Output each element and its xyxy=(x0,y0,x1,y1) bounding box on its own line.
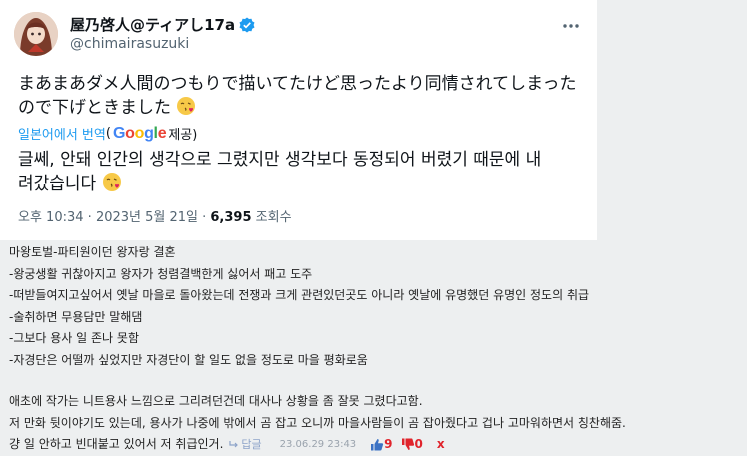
verified-badge-icon xyxy=(239,17,255,33)
tweet-text-line-content: ので下げときました xyxy=(18,98,171,118)
author-name-row[interactable]: 屋乃啓人@ティアし17a xyxy=(70,14,255,35)
delete-button[interactable]: x xyxy=(437,434,445,456)
comment-footer-line: 걍 일 안하고 빈대붙고 있어서 저 취급인거. 답글 23.06.29 23:… xyxy=(9,434,739,456)
comment-line: -그보다 용사 일 존나 못함 xyxy=(9,331,139,345)
comment-line: -자경단은 어떨까 싶었지만 자경단이 할 일도 없을 정도로 마을 평화로움 xyxy=(9,352,368,367)
comment-line: 애초에 작가는 니트용사 느낌으로 그리려던건데 대사나 상황을 좀 잘못 그렸… xyxy=(9,394,423,408)
translated-from-link[interactable]: 일본어에서 번역 xyxy=(18,124,106,143)
comment-line: 마왕토벌-파티원이던 왕자랑 결혼 xyxy=(9,245,176,259)
translated-text: 글쎄, 안돼 인간의 생각으로 그렸지만 생각보다 동정되어 버렸기 때문에 내… xyxy=(18,148,578,199)
translation-provider-suffix: 제공) xyxy=(168,128,198,143)
downvote-count: 0 xyxy=(414,437,423,451)
avatar[interactable] xyxy=(14,12,58,56)
comment-line: -떠받들여지고싶어서 옛날 마을로 돌아왔는데 전쟁과 크게 관련있던곳도 아니… xyxy=(9,288,590,302)
comment-body: 마왕토벌-파티원이던 왕자랑 결혼 -왕궁생활 귀찮아지고 왕자가 청렴결백한게… xyxy=(9,242,739,456)
comment-line: 걍 일 안하고 빈대붙고 있어서 저 취급인거. xyxy=(9,437,224,451)
upvote-button[interactable]: 9 xyxy=(370,434,393,456)
kiss-emoji-icon xyxy=(102,172,122,199)
tweet-text-line: ので下げときました xyxy=(18,96,588,123)
comment-datetime: 23.06.29 23:43 xyxy=(279,439,357,450)
tweet-text: まあまあダメ人間のつもりで描いてたけど思ったより同情されてしまった ので下げとき… xyxy=(18,72,588,123)
separator-dot: · xyxy=(83,210,96,225)
author-handle[interactable]: @chimairasuzuki xyxy=(70,36,189,52)
more-dots-icon[interactable] xyxy=(561,16,581,28)
downvote-button[interactable]: 0 xyxy=(401,434,423,456)
translated-text-line: 려갔습니다 xyxy=(18,172,578,199)
translated-text-line: 글쎄, 안돼 인간의 생각으로 그렸지만 생각보다 동정되어 버렸기 때문에 내 xyxy=(18,150,542,170)
tweet-card: 屋乃啓人@ティアし17a @chimairasuzuki まあまあダメ人間のつも… xyxy=(0,0,597,240)
thumbs-down-icon xyxy=(401,438,414,451)
kiss-emoji-icon xyxy=(176,96,196,123)
view-count: 6,395 xyxy=(210,210,252,225)
reply-button[interactable]: 답글 xyxy=(229,434,262,456)
tweet-time[interactable]: 오후 10:34 xyxy=(18,210,84,225)
comment-line: -왕궁생활 귀찮아지고 왕자가 청렴결백한게 싫어서 패고 도주 xyxy=(9,266,313,281)
comment-line: 저 만화 뒷이야기도 있는데, 용사가 나중에 밖에서 곰 잡고 오니까 마을사… xyxy=(9,415,626,430)
view-count-label: 조회수 xyxy=(251,210,292,225)
comment-line: -술취하면 무용담만 말해댐 xyxy=(9,309,143,324)
translation-paren: ( xyxy=(105,126,111,141)
tweet-meta: 오후 10:34 · 2023년 5월 21일 · 6,395 조회수 xyxy=(18,206,292,225)
author-display-name[interactable]: 屋乃啓人@ティアし17a xyxy=(70,14,235,35)
thumbs-up-icon xyxy=(371,439,384,451)
reply-label: 답글 xyxy=(241,438,262,451)
translated-text-line-content: 려갔습니다 xyxy=(18,174,97,194)
upvote-count: 9 xyxy=(384,437,393,451)
reply-arrow-icon xyxy=(229,441,239,448)
tweet-date[interactable]: 2023년 5월 21일 xyxy=(96,210,198,225)
translation-attribution: 일본어에서 번역 ( Google 제공) xyxy=(18,124,198,144)
google-logo: Google xyxy=(112,124,167,142)
separator-dot: · xyxy=(197,210,211,225)
tweet-text-line: まあまあダメ人間のつもりで描いてたけど思ったより同情されてしまった xyxy=(18,74,577,94)
